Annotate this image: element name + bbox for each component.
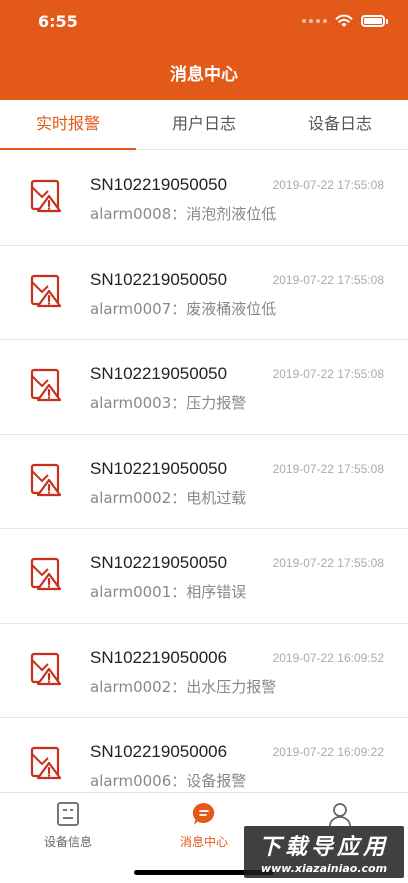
- wifi-icon: [335, 14, 353, 27]
- alarm-warning-icon: [30, 179, 62, 213]
- status-bar: 6:55: [0, 0, 408, 44]
- watermark-logo: 下载导应用 www.xiazainiao.com: [244, 826, 404, 878]
- item-description: alarm0001：相序错误: [90, 583, 247, 601]
- alarm-warning-icon: [30, 557, 62, 591]
- alarm-warning-icon: [30, 274, 62, 307]
- item-serial-number: SN102219050006: [90, 742, 228, 761]
- tabbar-label: 设备信息: [43, 835, 92, 849]
- item-description: alarm0002：电机过载: [90, 488, 247, 507]
- item-serial-number: SN102219050006: [90, 647, 228, 667]
- tabbar-device-info[interactable]: 设备信息: [0, 793, 136, 883]
- list-item[interactable]: SN102219050050 2019-07-22 17:55:08 alarm…: [0, 245, 408, 340]
- watermark-url: www.xiazainiao.com: [260, 862, 388, 875]
- alarm-warning-icon: [30, 746, 62, 780]
- alarm-warning-icon: [30, 463, 62, 496]
- battery-icon: [361, 15, 388, 27]
- item-serial-number: SN102219050050: [90, 364, 228, 383]
- tab-bar-top: 实时报警 用户日志 设备日志: [0, 100, 408, 150]
- tab-realtime-alarm[interactable]: 实时报警: [0, 100, 136, 150]
- status-time: 6:55: [38, 12, 78, 31]
- list-item[interactable]: SN102219050050 2019-07-22 17:55:08 alarm…: [0, 340, 408, 435]
- list-item[interactable]: SN102219050006 2019-07-22 16:09:52 alarm…: [0, 623, 408, 718]
- alarm-warning-icon: [30, 652, 62, 685]
- item-description: alarm0006：设备报警: [90, 772, 247, 790]
- watermark-title: 下载导应用: [258, 835, 389, 860]
- tabbar-label: 消息中心: [179, 835, 228, 849]
- tab-device-log[interactable]: 设备日志: [272, 100, 408, 149]
- item-serial-number: SN102219050050: [90, 553, 228, 572]
- item-timestamp: 2019-07-22 16:09:22: [272, 745, 384, 759]
- item-timestamp: 2019-07-22 16:09:52: [272, 650, 384, 665]
- item-timestamp: 2019-07-22 17:55:08: [272, 556, 384, 570]
- item-timestamp: 2019-07-22 17:55:08: [272, 272, 384, 287]
- tab-user-log[interactable]: 用户日志: [136, 100, 272, 149]
- list-item[interactable]: SN102219050050 2019-07-22 17:55:08 alarm…: [0, 529, 408, 624]
- item-serial-number: SN102219050050: [90, 175, 228, 194]
- item-description: alarm0003：压力报警: [90, 394, 247, 412]
- page-title: 消息中心: [170, 65, 238, 85]
- alarm-list[interactable]: SN102219050050 2019-07-22 17:55:08 alarm…: [0, 151, 408, 792]
- item-timestamp: 2019-07-22 17:55:08: [272, 178, 384, 192]
- item-serial-number: SN102219050050: [90, 458, 228, 478]
- list-item[interactable]: SN102219050050 2019-07-22 17:55:08 alarm…: [0, 434, 408, 529]
- device-info-icon: [57, 802, 79, 826]
- user-icon: [329, 803, 351, 827]
- item-description: alarm0002：出水压力报警: [90, 677, 277, 696]
- status-icons: [302, 14, 388, 28]
- item-timestamp: 2019-07-22 17:55:08: [272, 461, 384, 476]
- message-icon: [192, 802, 215, 825]
- item-description: alarm0008：消泡剂液位低: [90, 205, 277, 223]
- item-description: alarm0007：废液桶液位低: [90, 299, 277, 318]
- alarm-warning-icon: [30, 368, 62, 402]
- item-timestamp: 2019-07-22 17:55:08: [272, 367, 384, 381]
- list-item[interactable]: SN102219050006 2019-07-22 16:09:22 alarm…: [0, 718, 408, 792]
- signal-icon: [302, 19, 327, 23]
- list-item[interactable]: SN102219050050 2019-07-22 17:55:08 alarm…: [0, 151, 408, 246]
- app-header: 6:55 消息中心: [0, 0, 408, 100]
- item-serial-number: SN102219050050: [90, 269, 228, 289]
